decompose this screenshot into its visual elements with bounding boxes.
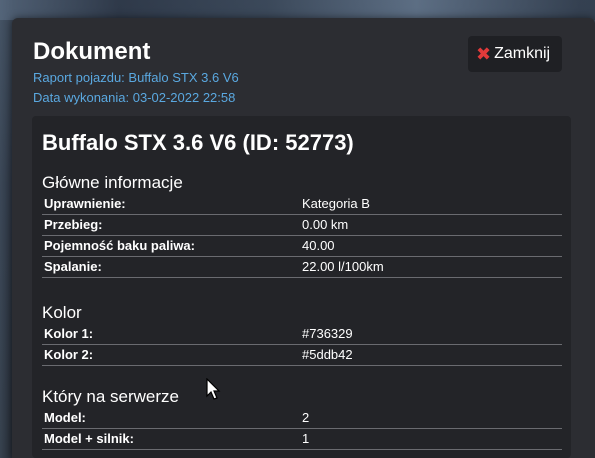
row-value: Kategoria B xyxy=(302,196,370,211)
document-dialog: Dokument Raport pojazdu: Buffalo STX 3.6… xyxy=(12,18,595,458)
close-button-label: Zamknij xyxy=(494,45,551,62)
row-value: 22.00 l/100km xyxy=(302,259,384,274)
table-row: Spalanie: 22.00 l/100km xyxy=(42,257,562,278)
row-value: 1 xyxy=(302,431,310,446)
row-label: Pojemność baku paliwa: xyxy=(44,238,195,253)
mouse-cursor-icon xyxy=(206,378,221,400)
row-label: Kolor 2: xyxy=(44,347,94,362)
row-label: Przebieg: xyxy=(44,217,103,232)
row-label: Model: xyxy=(44,410,86,425)
background-scene-strip xyxy=(0,0,595,20)
table-row: Pojemność baku paliwa: 40.00 xyxy=(42,236,562,257)
report-subtitle: Raport pojazdu: Buffalo STX 3.6 V6 xyxy=(33,70,239,85)
row-label: Model + silnik: xyxy=(44,431,134,446)
vehicle-report-card: Buffalo STX 3.6 V6 (ID: 52773) Główne in… xyxy=(32,116,571,458)
section-main-info: Główne informacje Uprawnienie: Kategoria… xyxy=(42,172,562,278)
section-title: Kolor xyxy=(42,303,82,322)
row-value: 40.00 xyxy=(302,238,335,253)
row-label: Kolor 1: xyxy=(44,326,94,341)
vehicle-title: Buffalo STX 3.6 V6 (ID: 52773) xyxy=(42,130,354,155)
section-color: Kolor Kolor 1: #736329 Kolor 2: #5ddb42 xyxy=(42,302,562,366)
row-label: Spalanie: xyxy=(44,259,102,274)
row-value: #5ddb42 xyxy=(302,347,353,362)
date-subtitle: Data wykonania: 03-02-2022 22:58 xyxy=(33,90,236,105)
section-title: Główne informacje xyxy=(42,173,183,192)
close-icon: ✖ xyxy=(476,43,492,64)
table-row: Model: 2 xyxy=(42,408,562,429)
dialog-title: Dokument xyxy=(33,38,151,65)
section-server: Który na serwerze Model: 2 Model + silni… xyxy=(42,386,562,450)
row-value: 0.00 km xyxy=(302,217,349,232)
row-label: Uprawnienie: xyxy=(44,196,126,211)
row-value: #736329 xyxy=(302,326,353,341)
close-button[interactable]: ✖ Zamknij xyxy=(468,36,563,72)
row-value: 2 xyxy=(302,410,310,425)
table-row: Kolor 2: #5ddb42 xyxy=(42,345,562,366)
table-row: Uprawnienie: Kategoria B xyxy=(42,194,562,215)
section-title: Który na serwerze xyxy=(42,387,179,406)
table-row: Model + silnik: 1 xyxy=(42,429,562,450)
table-row: Kolor 1: #736329 xyxy=(42,324,562,345)
table-row: Przebieg: 0.00 km xyxy=(42,215,562,236)
